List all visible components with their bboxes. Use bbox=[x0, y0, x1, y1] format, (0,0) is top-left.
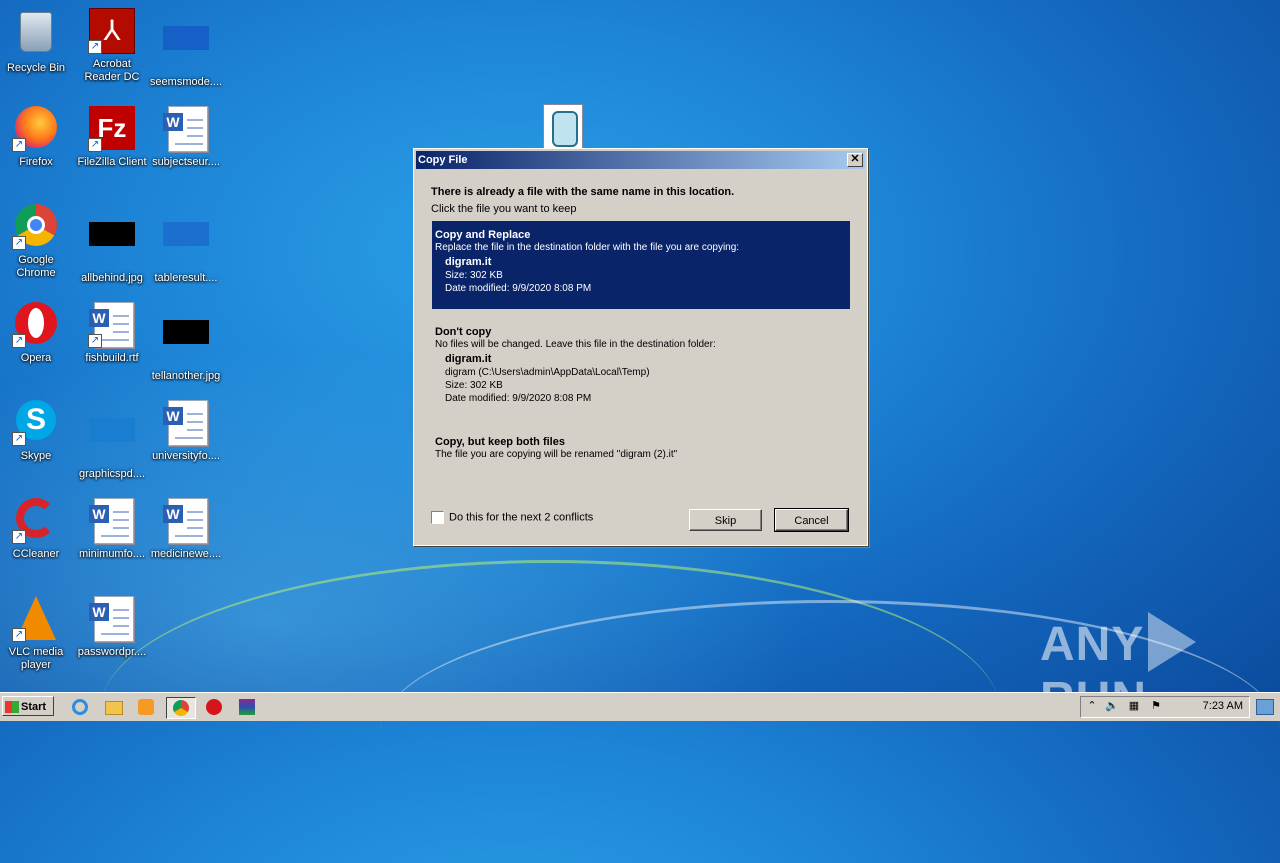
file-modified: Date modified: 9/9/2020 8:08 PM bbox=[445, 393, 592, 404]
show-desktop-icon[interactable] bbox=[1256, 699, 1274, 715]
word-doc-icon: W bbox=[162, 106, 210, 152]
ccleaner-icon: ↗ bbox=[12, 498, 60, 544]
play-icon bbox=[1148, 612, 1197, 672]
conflicts-checkbox[interactable]: Do this for the next 2 conflicts bbox=[431, 511, 593, 524]
chrome-icon: ↗ bbox=[12, 204, 60, 250]
desktop-icon-vlc[interactable]: ↗ VLC media player bbox=[0, 596, 74, 672]
skip-button[interactable]: Skip bbox=[689, 509, 762, 531]
clock[interactable]: 7:23 AM bbox=[1203, 700, 1243, 712]
image-file-icon bbox=[88, 222, 136, 268]
script-file-icon bbox=[543, 104, 583, 150]
desktop-icon-universityfo[interactable]: W universityfo.... bbox=[148, 400, 224, 463]
copy-file-dialog: Copy File ✕ There is already a file with… bbox=[413, 148, 868, 546]
action-center-flag-icon[interactable]: ⚑ bbox=[1149, 700, 1163, 713]
dialog-title: Copy File bbox=[418, 154, 468, 166]
system-tray: ⌃ 🔈 ▦ ⚑ 7:23 AM bbox=[1080, 696, 1250, 718]
explorer-folder-icon[interactable] bbox=[103, 697, 123, 717]
desktop-icon-chrome[interactable]: ↗ Google Chrome bbox=[0, 204, 74, 280]
file-location: digram (C:\Users\admin\AppData\Local\Tem… bbox=[445, 367, 650, 378]
desktop-icon-filezilla[interactable]: Fz ↗ FileZilla Client bbox=[74, 106, 150, 169]
desktop-icon-passwordpr[interactable]: W passwordpr.... bbox=[74, 596, 150, 659]
start-button[interactable]: Start bbox=[2, 696, 54, 716]
file-name: digram.it bbox=[445, 353, 492, 365]
file-size: Size: 302 KB bbox=[445, 380, 503, 391]
file-icon bbox=[162, 26, 210, 72]
dialog-subheading: Click the file you want to keep bbox=[431, 203, 577, 215]
desktop-icon-fishbuild[interactable]: W ↗ fishbuild.rtf bbox=[74, 302, 150, 365]
image-file-icon bbox=[162, 320, 210, 366]
desktop-icon-allbehind[interactable]: allbehind.jpg bbox=[74, 204, 150, 285]
media-player-icon[interactable] bbox=[136, 697, 156, 717]
volume-icon[interactable]: 🔈 bbox=[1105, 700, 1119, 713]
option-title: Copy and Replace bbox=[435, 229, 531, 241]
desktop-icon-firefox[interactable]: ↗ Firefox bbox=[0, 106, 74, 169]
word-doc-icon: W bbox=[88, 596, 136, 642]
desktop-icon-recycle-bin[interactable]: Recycle Bin bbox=[0, 8, 74, 75]
file-modified: Date modified: 9/9/2020 8:08 PM bbox=[445, 283, 592, 294]
file-size: Size: 302 KB bbox=[445, 270, 503, 281]
recycle-bin-icon bbox=[12, 12, 60, 58]
chrome-taskbar-icon[interactable] bbox=[166, 697, 196, 719]
word-doc-icon: W bbox=[88, 498, 136, 544]
vlc-icon: ↗ bbox=[12, 596, 60, 642]
file-icon bbox=[88, 418, 136, 464]
internet-explorer-icon[interactable] bbox=[70, 697, 90, 717]
desktop-icon-medicinewe[interactable]: W medicinewe.... bbox=[148, 498, 224, 561]
chevron-up-icon[interactable]: ⌃ bbox=[1085, 700, 1099, 713]
option-description: The file you are copying will be renamed… bbox=[435, 449, 678, 460]
desktop-icon-opera[interactable]: ↗ Opera bbox=[0, 302, 74, 365]
taskbar: Start ⌃ 🔈 ▦ ⚑ 7:23 AM bbox=[0, 692, 1280, 721]
checkbox-box[interactable] bbox=[431, 511, 444, 524]
dialog-heading: There is already a file with the same na… bbox=[431, 186, 735, 198]
desktop-icon-acrobat[interactable]: ⅄ ↗ Acrobat Reader DC bbox=[74, 8, 150, 84]
skype-icon: S ↗ bbox=[12, 400, 60, 446]
word-doc-icon: W bbox=[162, 400, 210, 446]
option-keep-both[interactable]: Copy, but keep both files The file you a… bbox=[432, 428, 850, 468]
desktop-icon-minimumfo[interactable]: W minimumfo.... bbox=[74, 498, 150, 561]
desktop-icon-subjectseur[interactable]: W subjectseur.... bbox=[148, 106, 224, 169]
winrar-icon[interactable] bbox=[237, 697, 257, 717]
windows-logo-icon bbox=[5, 701, 19, 714]
checkbox-label: Do this for the next 2 conflicts bbox=[449, 511, 594, 524]
firefox-icon: ↗ bbox=[12, 106, 60, 152]
acrobat-icon: ⅄ ↗ bbox=[88, 8, 136, 54]
file-name: digram.it bbox=[445, 256, 492, 268]
desktop-icon-tellanother[interactable]: tellanother.jpg bbox=[148, 302, 224, 383]
option-copy-and-replace[interactable]: Copy and Replace Replace the file in the… bbox=[432, 221, 850, 309]
desktop-icon-ccleaner[interactable]: ↗ CCleaner bbox=[0, 498, 74, 561]
word-doc-icon: W ↗ bbox=[88, 302, 136, 348]
cancel-button[interactable]: Cancel bbox=[774, 508, 849, 532]
close-button[interactable]: ✕ bbox=[847, 153, 863, 167]
dialog-titlebar[interactable]: Copy File ✕ bbox=[416, 151, 865, 169]
file-icon bbox=[162, 222, 210, 268]
desktop-icon-tableresult[interactable]: tableresult.... bbox=[148, 204, 224, 285]
desktop-icon-skype[interactable]: S ↗ Skype bbox=[0, 400, 74, 463]
opera-icon: ↗ bbox=[12, 302, 60, 348]
option-description: Replace the file in the destination fold… bbox=[435, 242, 740, 253]
option-dont-copy[interactable]: Don't copy No files will be changed. Lea… bbox=[432, 318, 850, 414]
option-title: Copy, but keep both files bbox=[435, 436, 565, 448]
close-icon: ✕ bbox=[850, 153, 860, 165]
desktop-icon-seemsmode[interactable]: seemsmode.... bbox=[148, 8, 224, 89]
option-description: No files will be changed. Leave this fil… bbox=[435, 339, 716, 350]
filezilla-icon: Fz ↗ bbox=[88, 106, 136, 152]
opera-taskbar-icon[interactable] bbox=[204, 697, 224, 717]
desktop-icon-graphicspd[interactable]: graphicspd.... bbox=[74, 400, 150, 481]
network-icon[interactable]: ▦ bbox=[1127, 700, 1141, 713]
option-title: Don't copy bbox=[435, 326, 492, 338]
word-doc-icon: W bbox=[162, 498, 210, 544]
